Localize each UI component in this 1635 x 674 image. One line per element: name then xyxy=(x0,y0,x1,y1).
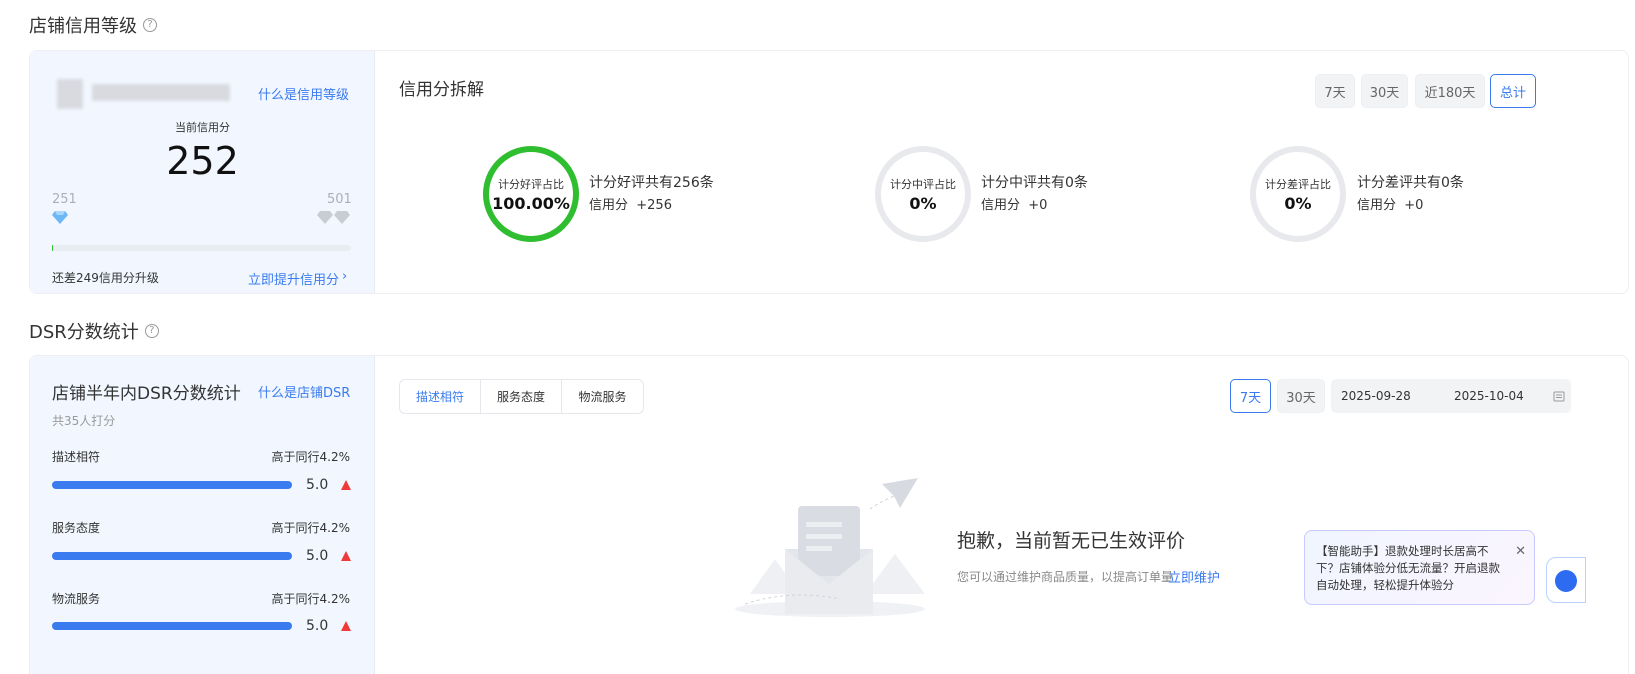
help-icon[interactable]: ? xyxy=(144,324,159,338)
dsr-summary-panel: 店铺半年内DSR分数统计 什么是店铺DSR 共35人打分 描述相符 高于同行4.… xyxy=(30,356,375,674)
dsr-card-title: 店铺半年内DSR分数统计 xyxy=(52,384,241,404)
dsr-tab-group: 描述相符 服务态度 物流服务 xyxy=(399,379,644,414)
neutral-review-score: 信用分 +0 xyxy=(981,198,1048,213)
remaining-points-text: 还差249信用分升级 xyxy=(52,271,159,285)
good-ring-value: 100.00% xyxy=(492,193,570,213)
current-score-label: 当前信用分 xyxy=(175,121,230,134)
empty-mail-illustration xyxy=(730,474,930,628)
assistant-popup[interactable]: 【智能助手】退款处理时长居高不下？店铺体验分低无流量？开启退款自动处理，轻松提升… xyxy=(1304,530,1535,605)
empty-state-desc: 您可以通过维护商品质量，以提高订单量 xyxy=(957,570,1174,584)
range-total-button[interactable]: 总计 xyxy=(1490,74,1536,108)
neutral-ring-value: 0% xyxy=(909,193,937,213)
date-end: 2025-10-04 xyxy=(1454,389,1524,403)
good-ring-label: 计分好评占比 xyxy=(498,177,564,191)
credit-progress-track xyxy=(52,245,351,251)
dsr-item-compare: 高于同行4.2% xyxy=(271,592,351,606)
dsr-item-score: 5.0 xyxy=(306,548,329,564)
credit-title-text: 店铺信用等级 xyxy=(29,16,137,37)
maintain-now-link[interactable]: 立即维护 xyxy=(1168,567,1220,586)
tab-logistics-service[interactable]: 物流服务 xyxy=(562,380,643,413)
good-review-score: 信用分 +256 xyxy=(589,198,672,213)
dsr-bar-fill xyxy=(52,622,292,630)
current-score-value: 252 xyxy=(166,139,239,183)
neutral-review-ring: 计分中评占比 0% xyxy=(875,146,971,242)
improve-credit-link[interactable]: 立即提升信用分 › xyxy=(248,269,347,288)
dsr-item-score: 5.0 xyxy=(306,618,329,634)
what-is-dsr-link[interactable]: 什么是店铺DSR xyxy=(258,382,350,401)
shop-name-blurred xyxy=(92,84,230,101)
dsr-range-7days-button[interactable]: 7天 xyxy=(1230,379,1271,413)
credit-summary-panel: 什么是信用等级 当前信用分 252 251 501 还差249信用分升级 立即提… xyxy=(30,51,375,293)
dsr-card: 店铺半年内DSR分数统计 什么是店铺DSR 共35人打分 描述相符 高于同行4.… xyxy=(29,355,1629,674)
assistant-logo-icon xyxy=(1555,570,1577,592)
date-range-picker[interactable]: 2025-09-28 2025-10-04 xyxy=(1331,379,1571,413)
range-min-value: 251 xyxy=(52,192,77,207)
range-7days-button[interactable]: 7天 xyxy=(1315,74,1355,108)
chevron-right-icon: › xyxy=(342,269,348,284)
dsr-bar-track xyxy=(52,622,292,630)
dsr-item-name: 物流服务 xyxy=(52,592,101,606)
credit-section-title: 店铺信用等级 ? xyxy=(29,12,157,38)
credit-progress-fill xyxy=(52,245,54,251)
dsr-range-30days-button[interactable]: 30天 xyxy=(1277,379,1325,413)
range-180days-button[interactable]: 近180天 xyxy=(1415,74,1485,108)
calendar-icon xyxy=(1553,390,1565,405)
dsr-item-compare: 高于同行4.2% xyxy=(271,450,351,464)
dsr-item-compare: 高于同行4.2% xyxy=(271,521,351,535)
tab-description-match[interactable]: 描述相符 xyxy=(400,380,481,413)
arrow-up-icon xyxy=(341,551,351,561)
bad-ring-label: 计分差评占比 xyxy=(1265,177,1331,191)
raters-count: 共35人打分 xyxy=(52,414,116,428)
breakdown-title: 信用分拆解 xyxy=(399,80,484,100)
bad-review-ring: 计分差评占比 0% xyxy=(1250,146,1346,242)
close-icon[interactable]: ✕ xyxy=(1515,543,1526,560)
dsr-title-text: DSR分数统计 xyxy=(29,322,139,343)
dsr-bar-fill xyxy=(52,481,292,489)
diamond-blue-icon xyxy=(52,209,68,228)
credit-card: 什么是信用等级 当前信用分 252 251 501 还差249信用分升级 立即提… xyxy=(29,50,1629,294)
range-30days-button[interactable]: 30天 xyxy=(1361,74,1408,108)
assistant-launcher[interactable] xyxy=(1546,557,1586,603)
help-icon[interactable]: ? xyxy=(143,18,157,32)
good-review-ring: 计分好评占比 100.00% xyxy=(483,146,579,242)
dsr-item-name: 描述相符 xyxy=(52,450,101,464)
arrow-up-icon xyxy=(341,480,351,490)
empty-state-title: 抱歉，当前暂无已生效评价 xyxy=(957,530,1186,552)
what-is-credit-link[interactable]: 什么是信用等级 xyxy=(258,84,349,103)
dsr-item-score: 5.0 xyxy=(306,477,329,493)
dsr-bar-track xyxy=(52,481,292,489)
improve-credit-label: 立即提升信用分 xyxy=(248,273,340,288)
diamond-gray-icon xyxy=(317,209,351,228)
dsr-bar-fill xyxy=(52,552,292,560)
range-max-value: 501 xyxy=(327,192,352,207)
good-review-count: 计分好评共有256条 xyxy=(589,175,714,191)
assistant-popup-text: 【智能助手】退款处理时长居高不下？店铺体验分低无流量？开启退款自动处理，轻松提升… xyxy=(1316,544,1500,592)
tab-service-attitude[interactable]: 服务态度 xyxy=(481,380,562,413)
bad-ring-value: 0% xyxy=(1284,193,1312,213)
bad-review-score: 信用分 +0 xyxy=(1357,198,1424,213)
dsr-section-title: DSR分数统计 ? xyxy=(29,318,159,344)
dsr-bar-track xyxy=(52,552,292,560)
shop-avatar xyxy=(57,79,83,109)
arrow-up-icon xyxy=(341,621,351,631)
date-start: 2025-09-28 xyxy=(1341,389,1411,403)
dsr-item-name: 服务态度 xyxy=(52,521,101,535)
bad-review-count: 计分差评共有0条 xyxy=(1357,175,1464,191)
neutral-review-count: 计分中评共有0条 xyxy=(981,175,1088,191)
neutral-ring-label: 计分中评占比 xyxy=(890,177,956,191)
